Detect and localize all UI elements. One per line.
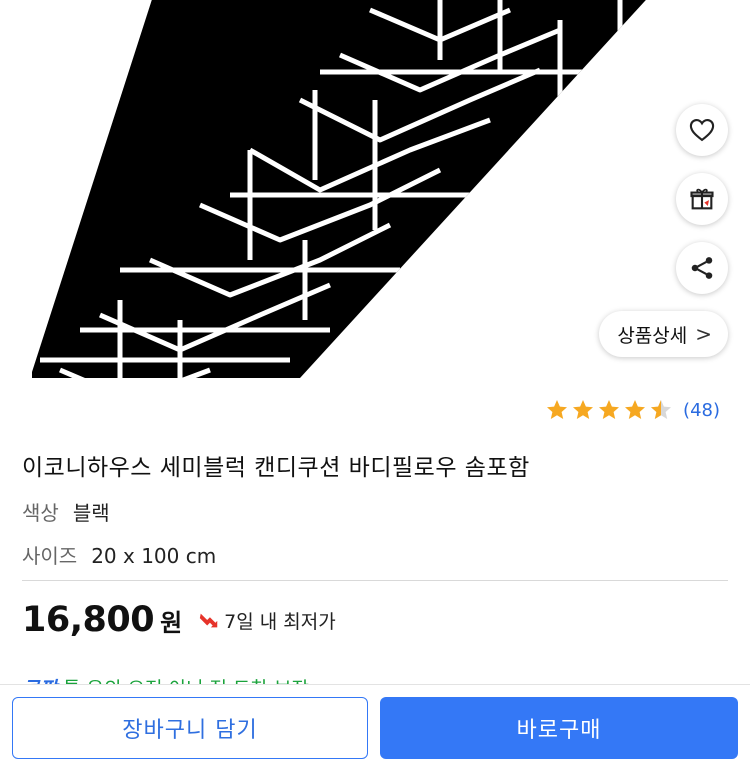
star-icon-full [599,400,620,419]
gift-icon [690,188,714,210]
star-icon-full [547,400,568,419]
color-value: 블랙 [72,501,110,525]
review-count[interactable]: (48) [683,400,720,421]
buy-now-button[interactable]: 바로구매 [380,697,738,759]
share-button[interactable] [676,242,728,294]
size-value: 20 x 100 cm [91,544,217,568]
product-detail-button[interactable]: 상품상세 > [599,311,728,357]
size-option: 사이즈 20 x 100 cm [22,540,216,569]
product-title: 이코니하우스 세미블럭 캔디쿠션 바디필로우 솜포함 [22,455,530,481]
price-amount: 16,800 [22,600,155,640]
lowest-price-badge: 7일 내 최저가 [198,607,336,634]
color-label: 색상 [22,501,59,525]
gift-button[interactable] [676,173,728,225]
wishlist-button[interactable] [676,104,728,156]
trend-down-icon [199,613,218,628]
price-row: 16,800 원 7일 내 최저가 [22,600,336,640]
lowest-price-text: 7일 내 최저가 [224,610,336,633]
size-label: 사이즈 [22,544,78,568]
star-icon-full [573,400,594,419]
color-option: 색상 블랙 [22,497,110,526]
divider [22,580,728,581]
bottom-action-bar: 장바구니 담기 바로구매 [0,684,750,770]
star-rating [545,398,673,422]
share-icon [691,257,713,279]
star-icon-half [651,400,672,419]
star-icon-full [625,400,646,419]
heart-icon [689,119,715,142]
rating-summary[interactable]: (48) [545,398,720,422]
price-currency: 원 [160,609,183,637]
product-detail-label: 상품상세 [617,324,688,347]
add-to-cart-button[interactable]: 장바구니 담기 [12,697,368,759]
chevron-right-icon: > [695,322,712,346]
